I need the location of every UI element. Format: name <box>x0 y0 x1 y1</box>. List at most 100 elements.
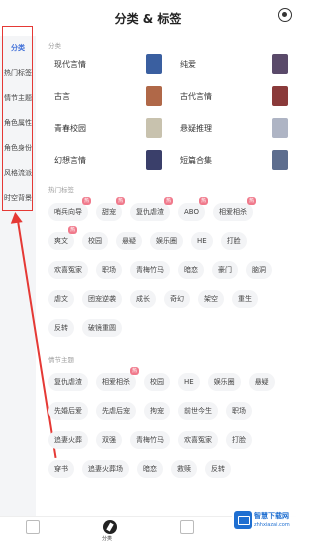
section-title-hot-tags: 热门标签 <box>48 186 74 194</box>
tag-chip[interactable]: 相爱相杀热 <box>212 197 256 221</box>
tag-chip[interactable]: 成长 <box>130 290 156 308</box>
category-thumbnail <box>146 150 162 170</box>
tag-chip[interactable]: 相爱相杀热 <box>96 367 139 391</box>
tag-chip[interactable]: 前世今生 <box>178 402 218 420</box>
category-tab-label: 分类 <box>102 536 113 541</box>
hot-badge: 热 <box>82 197 91 205</box>
tag-chip[interactable]: 哨兵向导热 <box>48 197 91 221</box>
tag-chip[interactable]: 反转 <box>205 460 231 478</box>
category-label: 悬疑推理 <box>180 124 212 133</box>
category-item[interactable]: 青春校园 <box>44 114 170 146</box>
category-thumbnail <box>272 118 288 138</box>
category-thumbnail <box>272 54 288 74</box>
hot-tags-section: 热门标签 哨兵向导热 甜宠热 复仇虐渣热 ABO 热 相爱相杀热 爽文热 校园 悬… <box>44 184 296 348</box>
tag-chip[interactable]: 悬疑 <box>116 232 142 250</box>
category-tab-icon[interactable] <box>103 520 117 534</box>
category-label: 现代言情 <box>54 60 86 69</box>
tag-chip[interactable]: 复仇虐渣热 <box>130 197 173 221</box>
tag-chip[interactable]: HE <box>191 232 213 250</box>
tag-chip[interactable]: 双强 <box>96 431 122 449</box>
category-grid: 现代言情 纯爱 古言 古代言情 青春校园 悬疑推理 幻想言情 短篇合集 <box>44 50 296 178</box>
category-label: 纯爱 <box>180 60 196 69</box>
settings-icon[interactable] <box>278 8 292 22</box>
tag-label: 甜宠 <box>102 208 116 216</box>
category-label: 短篇合集 <box>180 156 212 165</box>
category-item[interactable]: 古代言情 <box>170 82 296 114</box>
tag-chip[interactable]: 团宠逆袭 <box>82 290 122 308</box>
tag-chip[interactable]: 破镜重圆 <box>82 319 122 337</box>
tag-chip[interactable]: 复仇虐渣 <box>48 373 88 391</box>
category-thumbnail <box>272 86 288 106</box>
tag-chip[interactable]: 甜宠热 <box>96 197 125 221</box>
category-label: 幻想言情 <box>54 156 86 165</box>
tag-chip[interactable]: 穿书 <box>48 460 74 478</box>
tag-label: 爽文 <box>54 237 68 245</box>
tag-label: 相爱相杀 <box>218 208 247 216</box>
tag-chip[interactable]: 爽文热 <box>48 226 77 250</box>
highlight-box <box>2 26 33 211</box>
tag-chip[interactable]: 先虐后宠 <box>96 402 136 420</box>
tag-chip[interactable]: 娱乐圈 <box>150 232 183 250</box>
tag-chip[interactable]: 暗恋 <box>137 460 163 478</box>
tag-chip[interactable]: 职场 <box>226 402 252 420</box>
tag-chip[interactable]: 欢喜冤家 <box>178 431 218 449</box>
category-label: 古代言情 <box>180 92 212 101</box>
tag-chip[interactable]: 青梅竹马 <box>130 431 170 449</box>
category-label: 古言 <box>54 92 70 101</box>
tag-chip[interactable]: 追妻火葬 <box>48 431 88 449</box>
tag-chip[interactable]: 虐文 <box>48 290 74 308</box>
watermark-logo-icon <box>234 511 252 529</box>
tag-chip[interactable]: 豪门 <box>212 261 238 279</box>
category-item[interactable]: 现代言情 <box>44 50 170 82</box>
category-thumbnail <box>146 118 162 138</box>
tag-chip[interactable]: 救赎 <box>171 460 197 478</box>
tag-chip[interactable]: 打脸 <box>226 431 252 449</box>
watermark-url: zhhxiazai.com <box>254 522 290 528</box>
category-item[interactable]: 悬疑推理 <box>170 114 296 146</box>
category-item[interactable]: 短篇合集 <box>170 146 296 178</box>
tag-chip[interactable]: 校园 <box>144 373 170 391</box>
category-item[interactable]: 幻想言情 <box>44 146 170 178</box>
watermark: 智慧下载网 zhhxiazai.com <box>232 505 296 541</box>
main-content: 分类 现代言情 纯爱 古言 古代言情 青春校园 悬疑推理 幻想言情 短篇合集 热… <box>44 36 296 516</box>
tag-chip[interactable]: 打脸 <box>220 232 247 250</box>
tag-chip[interactable]: 先婚后爱 <box>48 402 88 420</box>
tag-chip[interactable]: HE <box>178 373 200 391</box>
tag-chip[interactable]: 架空 <box>198 290 224 308</box>
hot-badge: 热 <box>130 367 139 375</box>
hot-badge: 热 <box>68 226 77 234</box>
tag-chip[interactable]: 欢喜冤家 <box>48 261 88 279</box>
tag-label: 相爱相杀 <box>102 378 130 386</box>
annotation-arrow-head <box>9 211 23 224</box>
tag-chip[interactable]: ABO 热 <box>178 197 208 221</box>
tag-chip[interactable]: 反转 <box>48 319 74 337</box>
profile-tab-icon[interactable] <box>180 520 194 534</box>
bookshelf-tab-icon[interactable] <box>26 520 40 534</box>
tag-chip[interactable]: 青梅竹马 <box>130 261 170 279</box>
tag-chip[interactable]: 奇幻 <box>164 290 190 308</box>
tag-chip[interactable]: 追妻火葬场 <box>82 460 129 478</box>
category-item[interactable]: 纯爱 <box>170 50 296 82</box>
tag-chip[interactable]: 暗恋 <box>178 261 204 279</box>
tag-chip[interactable]: 拘宠 <box>144 402 170 420</box>
tag-chip[interactable]: 脑洞 <box>246 261 272 279</box>
hot-badge: 热 <box>164 197 173 205</box>
category-thumbnail <box>272 150 288 170</box>
tag-chip[interactable]: 娱乐圈 <box>207 373 241 391</box>
hot-badge: 热 <box>198 197 208 205</box>
hot-badge: 热 <box>116 197 125 205</box>
tag-chip[interactable]: 重生 <box>232 290 258 308</box>
plot-tags-section: 情节主题 复仇虐渣 相爱相杀热 校园 HE 娱乐圈 悬疑 先婚后爱 先虐后宠 拘… <box>44 354 296 489</box>
tag-chip[interactable]: 校园 <box>82 232 108 250</box>
category-thumbnail <box>146 54 162 74</box>
category-item[interactable]: 古言 <box>44 82 170 114</box>
page-title: 分类 & 标签 <box>114 12 182 26</box>
tag-chip[interactable]: 悬疑 <box>248 373 275 391</box>
tag-label: 哨兵向导 <box>54 208 82 216</box>
tag-label: 复仇虐渣 <box>136 208 164 216</box>
tag-chip[interactable]: 职场 <box>96 261 122 279</box>
section-title-plot-themes: 情节主题 <box>48 356 74 364</box>
watermark-name: 智慧下载网 <box>254 512 289 520</box>
tag-label: ABO <box>184 208 199 216</box>
category-thumbnail <box>146 86 162 106</box>
